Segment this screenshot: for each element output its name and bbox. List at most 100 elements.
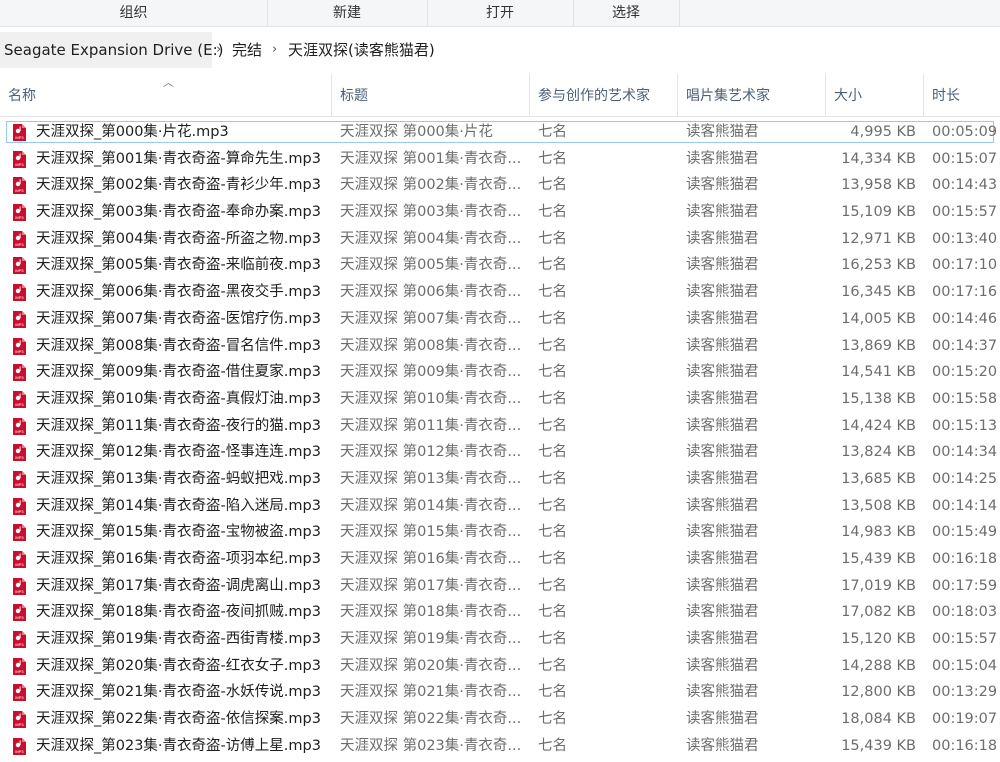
file-name[interactable]: 天涯双探_第014集·青衣奇盗-陷入迷局.mp3 bbox=[36, 493, 332, 520]
mp3-file-icon: MP3 bbox=[13, 204, 26, 222]
table-row[interactable]: MP3 天涯双探_第011集·青衣奇盗-夜行的猫.mp3 天涯双探 第011集·青衣… bbox=[0, 413, 1000, 440]
file-album-artist: 读客熊猫君 bbox=[686, 524, 759, 541]
chevron-right-icon[interactable]: › bbox=[216, 32, 221, 68]
file-name[interactable]: 天涯双探_第020集·青衣奇盗-红衣女子.mp3 bbox=[36, 653, 332, 680]
file-name[interactable]: 天涯双探_第002集·青衣奇盗-青衫少年.mp3 bbox=[36, 172, 332, 199]
file-name[interactable]: 天涯双探_第001集·青衣奇盗-算命先生.mp3 bbox=[36, 146, 332, 173]
file-album-artist: 读客熊猫君 bbox=[686, 737, 759, 754]
file-name[interactable]: 天涯双探_第007集·青衣奇盗-医馆疗伤.mp3 bbox=[36, 306, 332, 333]
table-row[interactable]: MP3 天涯双探_第007集·青衣奇盗-医馆疗伤.mp3 天涯双探 第007集·青衣… bbox=[0, 306, 1000, 333]
mp3-icon-label: MP3 bbox=[15, 375, 24, 380]
file-title: 天涯双探 第001集·青衣奇... bbox=[340, 150, 522, 167]
breadcrumb-drive[interactable]: Seagate Expansion Drive (E:) bbox=[0, 32, 224, 68]
column-album-artist[interactable]: 唱片集艺术家 bbox=[678, 74, 826, 116]
file-name[interactable]: 天涯双探_第000集·片花.mp3 bbox=[36, 119, 332, 146]
file-size: 16,345 KB bbox=[841, 284, 916, 301]
file-name[interactable]: 天涯双探_第005集·青衣奇盗-来临前夜.mp3 bbox=[36, 252, 332, 279]
table-row[interactable]: MP3 天涯双探_第006集·青衣奇盗-黑夜交手.mp3 天涯双探 第006集·青衣… bbox=[0, 279, 1000, 306]
file-duration: 00:14:25 bbox=[932, 470, 998, 487]
file-duration: 00:15:58 bbox=[932, 390, 998, 407]
file-size: 13,958 KB bbox=[841, 177, 916, 194]
file-list: MP3 天涯双探_第000集·片花.mp3 天涯双探 第000集·片花 七名 读客熊猫君… bbox=[0, 119, 1000, 760]
table-row[interactable]: MP3 天涯双探_第019集·青衣奇盗-西街青楼.mp3 天涯双探 第019集·青衣… bbox=[0, 626, 1000, 653]
open-button[interactable]: 打开 bbox=[427, 0, 574, 26]
breadcrumb-current[interactable]: 天涯双探(读客熊猫君) bbox=[288, 32, 435, 68]
file-album-artist: 读客熊猫君 bbox=[686, 470, 759, 487]
table-row[interactable]: MP3 天涯双探_第009集·青衣奇盗-借住夏家.mp3 天涯双探 第009集·青衣… bbox=[0, 359, 1000, 386]
file-name[interactable]: 天涯双探_第011集·青衣奇盗-夜行的猫.mp3 bbox=[36, 413, 332, 440]
file-title: 天涯双探 第016集·青衣奇... bbox=[340, 551, 522, 567]
address-bar[interactable]: Seagate Expansion Drive (E:) › 完结 › 天涯双探… bbox=[0, 32, 1000, 68]
file-album-artist: 读客熊猫君 bbox=[686, 390, 759, 407]
new-button[interactable]: 新建 bbox=[267, 0, 428, 26]
organize-button[interactable]: 组织 bbox=[0, 0, 268, 26]
file-name[interactable]: 天涯双探_第017集·青衣奇盗-调虎离山.mp3 bbox=[36, 573, 332, 600]
file-name[interactable]: 天涯双探_第008集·青衣奇盗-冒名信件.mp3 bbox=[36, 333, 332, 360]
table-row[interactable]: MP3 天涯双探_第017集·青衣奇盗-调虎离山.mp3 天涯双探 第017集·青衣… bbox=[0, 573, 1000, 600]
table-row[interactable]: MP3 天涯双探_第010集·青衣奇盗-真假灯油.mp3 天涯双探 第010集·青衣… bbox=[0, 386, 1000, 413]
file-name[interactable]: 天涯双探_第016集·青衣奇盗-项羽本纪.mp3 bbox=[36, 546, 332, 573]
file-name[interactable]: 天涯双探_第010集·青衣奇盗-真假灯油.mp3 bbox=[36, 386, 332, 413]
table-row[interactable]: MP3 天涯双探_第003集·青衣奇盗-奉命办案.mp3 天涯双探 第003集·青衣… bbox=[0, 199, 1000, 226]
table-row[interactable]: MP3 天涯双探_第022集·青衣奇盗-依信探案.mp3 天涯双探 第022集·青衣… bbox=[0, 706, 1000, 733]
table-row[interactable]: MP3 天涯双探_第000集·片花.mp3 天涯双探 第000集·片花 七名 读客熊猫君… bbox=[0, 119, 1000, 146]
file-name[interactable]: 天涯双探_第003集·青衣奇盗-奉命办案.mp3 bbox=[36, 199, 332, 226]
file-name[interactable]: 天涯双探_第009集·青衣奇盗-借住夏家.mp3 bbox=[36, 359, 332, 386]
table-row[interactable]: MP3 天涯双探_第014集·青衣奇盗-陷入迷局.mp3 天涯双探 第014集·青衣… bbox=[0, 493, 1000, 520]
file-name[interactable]: 天涯双探_第019集·青衣奇盗-西街青楼.mp3 bbox=[36, 626, 332, 653]
mp3-icon-label: MP3 bbox=[15, 669, 24, 674]
file-album-artist: 读客熊猫君 bbox=[686, 364, 759, 381]
file-name[interactable]: 天涯双探_第018集·青衣奇盗-夜间抓贼.mp3 bbox=[36, 599, 332, 626]
file-duration: 00:16:18 bbox=[932, 551, 998, 567]
file-title: 天涯双探 第011集·青衣奇... bbox=[340, 417, 522, 434]
table-row[interactable]: MP3 天涯双探_第002集·青衣奇盗-青衫少年.mp3 天涯双探 第002集·青衣… bbox=[0, 172, 1000, 199]
file-name[interactable]: 天涯双探_第004集·青衣奇盗-所盗之物.mp3 bbox=[36, 226, 332, 253]
file-album-artist: 读客熊猫君 bbox=[686, 684, 759, 701]
file-artist: 七名 bbox=[538, 524, 567, 541]
mp3-icon-label: MP3 bbox=[15, 429, 24, 434]
file-size: 13,685 KB bbox=[841, 470, 916, 487]
table-row[interactable]: MP3 天涯双探_第008集·青衣奇盗-冒名信件.mp3 天涯双探 第008集·青衣… bbox=[0, 333, 1000, 360]
file-title: 天涯双探 第022集·青衣奇... bbox=[340, 711, 522, 728]
column-duration[interactable]: 时长 bbox=[924, 74, 1000, 116]
file-duration: 00:14:43 bbox=[932, 177, 998, 194]
chevron-right-icon[interactable]: › bbox=[272, 32, 277, 68]
file-name[interactable]: 天涯双探_第006集·青衣奇盗-黑夜交手.mp3 bbox=[36, 279, 332, 306]
table-row[interactable]: MP3 天涯双探_第001集·青衣奇盗-算命先生.mp3 天涯双探 第001集·青衣… bbox=[0, 146, 1000, 173]
table-row[interactable]: MP3 天涯双探_第005集·青衣奇盗-来临前夜.mp3 天涯双探 第005集·青衣… bbox=[0, 252, 1000, 279]
table-row[interactable]: MP3 天涯双探_第021集·青衣奇盗-水妖传说.mp3 天涯双探 第021集·青衣… bbox=[0, 679, 1000, 706]
file-name[interactable]: 天涯双探_第012集·青衣奇盗-怪事连连.mp3 bbox=[36, 439, 332, 466]
file-size: 17,082 KB bbox=[841, 604, 916, 621]
breadcrumb-folder[interactable]: 完结 bbox=[232, 32, 262, 68]
column-title[interactable]: 标题 bbox=[332, 74, 530, 116]
file-duration: 00:15:07 bbox=[932, 150, 998, 167]
mp3-icon-label: MP3 bbox=[15, 455, 24, 460]
file-artist: 七名 bbox=[538, 737, 567, 754]
table-row[interactable]: MP3 天涯双探_第020集·青衣奇盗-红衣女子.mp3 天涯双探 第020集·青衣… bbox=[0, 653, 1000, 680]
file-duration: 00:15:57 bbox=[932, 204, 998, 221]
table-row[interactable]: MP3 天涯双探_第016集·青衣奇盗-项羽本纪.mp3 天涯双探 第016集·青衣… bbox=[0, 546, 1000, 573]
file-size: 15,439 KB bbox=[841, 551, 916, 567]
mp3-file-icon: MP3 bbox=[13, 177, 26, 195]
file-name[interactable]: 天涯双探_第013集·青衣奇盗-蚂蚁把戏.mp3 bbox=[36, 466, 332, 493]
mp3-icon-label: MP3 bbox=[15, 642, 24, 647]
file-name[interactable]: 天涯双探_第021集·青衣奇盗-水妖传说.mp3 bbox=[36, 679, 332, 706]
table-row[interactable]: MP3 天涯双探_第023集·青衣奇盗-访傅上星.mp3 天涯双探 第023集·青衣… bbox=[0, 733, 1000, 760]
table-row[interactable]: MP3 天涯双探_第015集·青衣奇盗-宝物被盗.mp3 天涯双探 第015集·青衣… bbox=[0, 519, 1000, 546]
column-artist[interactable]: 参与创作的艺术家 bbox=[530, 74, 678, 116]
table-row[interactable]: MP3 天涯双探_第018集·青衣奇盗-夜间抓贼.mp3 天涯双探 第018集·青衣… bbox=[0, 599, 1000, 626]
mp3-file-icon: MP3 bbox=[13, 524, 26, 542]
file-duration: 00:15:20 bbox=[932, 364, 998, 381]
file-name[interactable]: 天涯双探_第022集·青衣奇盗-依信探案.mp3 bbox=[36, 706, 332, 733]
table-row[interactable]: MP3 天涯双探_第004集·青衣奇盗-所盗之物.mp3 天涯双探 第004集·青衣… bbox=[0, 226, 1000, 253]
select-button[interactable]: 选择 bbox=[573, 0, 680, 26]
file-size: 13,824 KB bbox=[841, 444, 916, 461]
table-row[interactable]: MP3 天涯双探_第013集·青衣奇盗-蚂蚁把戏.mp3 天涯双探 第013集·青衣… bbox=[0, 466, 1000, 493]
file-name[interactable]: 天涯双探_第015集·青衣奇盗-宝物被盗.mp3 bbox=[36, 519, 332, 546]
file-name[interactable]: 天涯双探_第023集·青衣奇盗-访傅上星.mp3 bbox=[36, 733, 332, 760]
file-title: 天涯双探 第023集·青衣奇... bbox=[340, 737, 522, 754]
file-artist: 七名 bbox=[538, 364, 567, 381]
table-row[interactable]: MP3 天涯双探_第012集·青衣奇盗-怪事连连.mp3 天涯双探 第012集·青衣… bbox=[0, 439, 1000, 466]
mp3-file-icon: MP3 bbox=[13, 444, 26, 462]
column-size[interactable]: 大小 bbox=[826, 74, 924, 116]
